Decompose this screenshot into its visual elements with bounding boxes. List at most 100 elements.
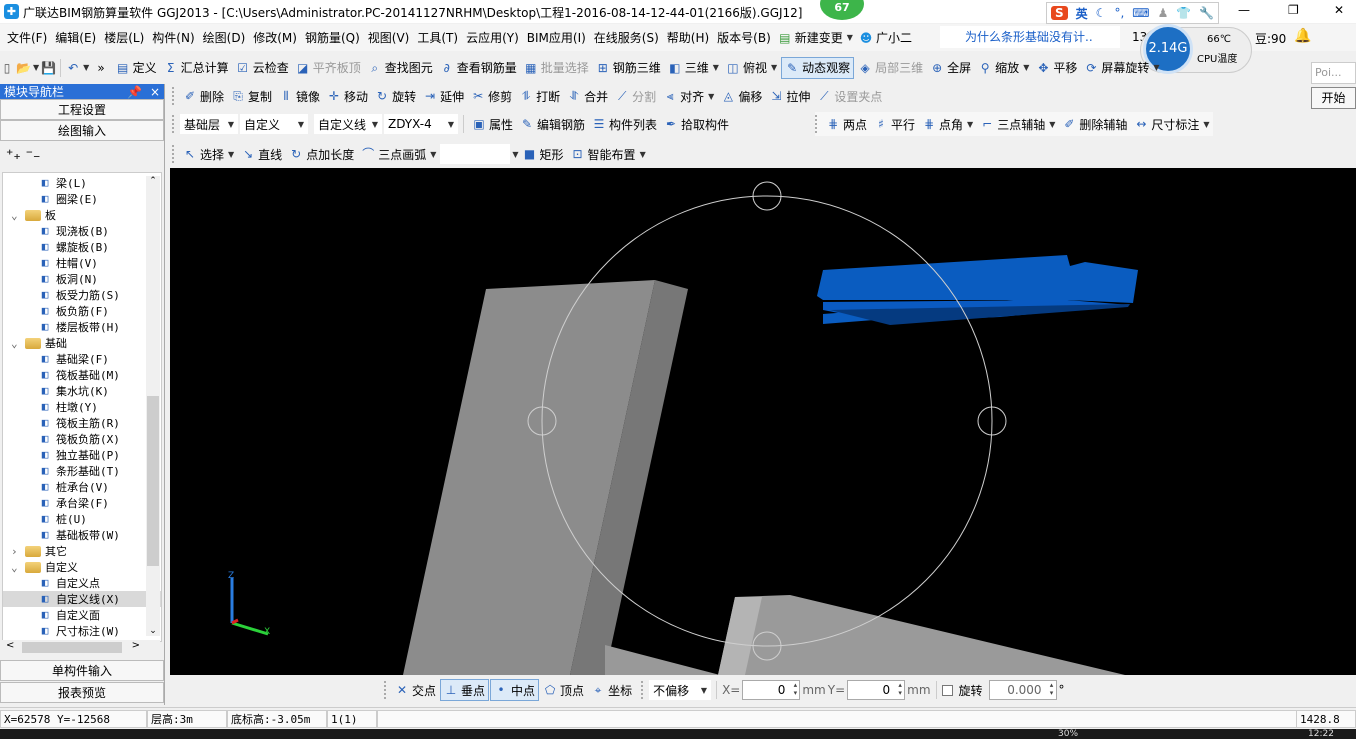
tree-hscrollbar[interactable]: < > [2,640,160,655]
rotate-input[interactable]: 0.000 [988,680,1057,700]
toolbar-button-5[interactable]: ⊡ 智能布置 ▼ [568,143,649,165]
hscroll-thumb[interactable] [22,642,122,653]
toolbar-button-2[interactable]: • 中点 [490,679,540,701]
toolbar-button-10[interactable]: ⫷ 对齐 ▼ [660,85,717,107]
toolbar-button-13[interactable]: ⚲ 缩放 ▼ [975,57,1032,79]
toolbar-button-3[interactable]: ⬠ 顶点 [540,679,587,701]
tree-item[interactable]: ◧ 梁(L) [3,175,161,191]
menu-2[interactable]: 楼层(L) [100,29,148,46]
toolbar-button-3[interactable]: ⌒ 三点画弧 ▼ [358,143,439,165]
tree-item[interactable]: ◧ 条形基础(T) [3,463,161,479]
toolbar-button-12[interactable]: ⊕ 全屏 [927,57,974,79]
gray-slab-left[interactable] [605,645,720,675]
close-button[interactable]: ✕ [1334,3,1344,17]
tree-item[interactable]: ◧ 自定义点 [3,575,161,591]
undo-icon[interactable]: ↶ [66,61,80,75]
toolbar-button-3[interactable]: ✛ 移动 [324,85,371,107]
tree-item[interactable]: ◧ 桩(U) [3,511,161,527]
toolbar-button-13[interactable]: ⟋ 设置夹点 [814,85,885,107]
question-link[interactable]: 为什么条形基础没有计.. [940,26,1120,48]
drawing-input-button[interactable]: 绘图输入 [0,120,164,141]
blue-element[interactable] [817,255,1138,303]
toolbar-button-2[interactable]: ↻ 点加长度 [286,143,357,165]
dropdown-arrow-icon[interactable]: ▼ [1023,63,1029,72]
toolbar-button-4[interactable]: ✐ 删除辅轴 [1059,113,1130,135]
toolbar-button-1[interactable]: ⊥ 垂点 [440,679,490,701]
tree-item[interactable]: ◧ 筏板基础(M) [3,367,161,383]
menu-3[interactable]: 构件(N) [148,29,198,46]
menu-0[interactable]: 文件(F) [3,29,51,46]
toolbar-button-11[interactable]: ◈ 局部三维 [855,57,926,79]
scroll-thumb[interactable] [147,396,159,566]
punctuation-icon[interactable]: °, [1114,6,1124,20]
tree-item[interactable]: ◧ 集水坑(K) [3,383,161,399]
toolbar-button-2[interactable]: ⫴ 镜像 [276,85,323,107]
collapse-all-icon[interactable]: ⁻₋ [26,147,41,163]
toolbar-button-8[interactable]: ⥯ 合并 [564,85,611,107]
ime-lang[interactable]: 英 [1076,5,1088,22]
chevron-down-icon[interactable]: ⌄ [11,209,25,222]
tree-item[interactable]: ◧ 板洞(N) [3,271,161,287]
toolbar-button-4[interactable]: ■ 矩形 [520,143,567,165]
tree-item[interactable]: ◧ 圈梁(E) [3,191,161,207]
chevron-down-icon[interactable]: ⌄ [11,561,25,574]
tree-item[interactable]: ◧ 桩承台(V) [3,479,161,495]
menu-7[interactable]: 视图(V) [364,29,414,46]
tree-item[interactable]: ◧ 楼层板带(H) [3,319,161,335]
y-input[interactable]: 0 [847,680,906,700]
tree-item[interactable]: ◧ 独立基础(P) [3,447,161,463]
toolbar-button-3[interactable]: ⌐ 三点辅轴 ▼ [977,113,1058,135]
toolbar-button-7[interactable]: ⥮ 打断 [516,85,563,107]
tree-item[interactable]: ◧ 筏板主筋(R) [3,415,161,431]
tree-item[interactable]: ⌄ 基础 [3,335,161,351]
dropdown-arrow-icon[interactable]: ▼ [1049,120,1055,129]
tree-item[interactable]: ◧ 筏板负筋(X) [3,431,161,447]
score-badge[interactable]: 67 [820,0,864,20]
dropdown-arrow-icon[interactable]: ▼ [430,150,436,159]
toolbar-button-2[interactable]: ☑ 云检查 [233,57,292,79]
toolbar-button-0[interactable]: ▣ 属性 [469,113,516,135]
toolbar-button-1[interactable]: ♯ 平行 [871,113,918,135]
toolbar-button-0[interactable]: ▤ 定义 [113,57,160,79]
gray-slab[interactable] [718,595,1125,675]
toolbar-button-5[interactable]: ∂ 查看钢筋量 [437,57,520,79]
menu-4[interactable]: 绘图(D) [199,29,250,46]
tree-item[interactable]: ◧ 基础梁(F) [3,351,161,367]
arc-combo[interactable] [440,144,511,164]
menu-13[interactable]: 版本号(B) [713,29,775,46]
toolbar-button-11[interactable]: ◬ 偏移 [718,85,765,107]
toolbar-button-5[interactable]: ↔ 尺寸标注 ▼ [1131,113,1212,135]
toolbar-button-1[interactable]: ⎘ 复制 [228,85,275,107]
save-icon[interactable]: 💾 [41,61,56,75]
toolbar-button-1[interactable]: ✎ 编辑钢筋 [517,113,588,135]
toolbar-button-7[interactable]: ⊞ 钢筋三维 [593,57,664,79]
toolbar-button-4[interactable]: ⌖ 坐标 [588,679,635,701]
toolbar-button-3[interactable]: ◪ 平齐板顶 [293,57,364,79]
toolbar-button-6[interactable]: ▦ 批量选择 [521,57,592,79]
nav-close-icon[interactable]: × [150,85,160,99]
tree-item[interactable]: ◧ 自定义面 [3,607,161,623]
tree-item[interactable]: › 其它 [3,543,161,559]
start-button[interactable]: 开始 [1311,87,1356,109]
dropdown-arrow-icon[interactable]: ▼ [228,150,234,159]
dropdown-arrow-icon[interactable]: ▼ [1153,63,1159,72]
new-file-icon[interactable]: ▯ [0,61,14,75]
pin-icon[interactable]: 📌 [127,85,142,99]
open-folder-icon[interactable]: 📂 [16,61,31,75]
toolbar-button-6[interactable]: ✂ 修剪 [468,85,515,107]
report-preview-button[interactable]: 报表预览 [0,682,164,703]
chevron-down-icon[interactable]: ⌄ [11,337,25,350]
dropdown-arrow-icon[interactable]: ▼ [967,120,973,129]
menu-11[interactable]: 在线服务(S) [590,29,663,46]
tree-item[interactable]: ◧ 柱帽(V) [3,255,161,271]
menu-12[interactable]: 帮助(H) [663,29,713,46]
toolbar-button-4[interactable]: ⌕ 查找图元 [365,57,436,79]
tree-vscrollbar[interactable]: ⌃ ⌄ [146,176,160,636]
toolbar-button-5[interactable]: ⇥ 延伸 [420,85,467,107]
toolbar-button-2[interactable]: ☰ 构件列表 [589,113,660,135]
menu-9[interactable]: 云应用(Y) [462,29,523,46]
point-input[interactable]: Poi... [1311,62,1356,84]
type-select[interactable]: 自定义线 ▼ [314,114,382,134]
tree-item[interactable]: ◧ 尺寸标注(W) [3,623,161,639]
x-input[interactable]: 0 [742,680,801,700]
